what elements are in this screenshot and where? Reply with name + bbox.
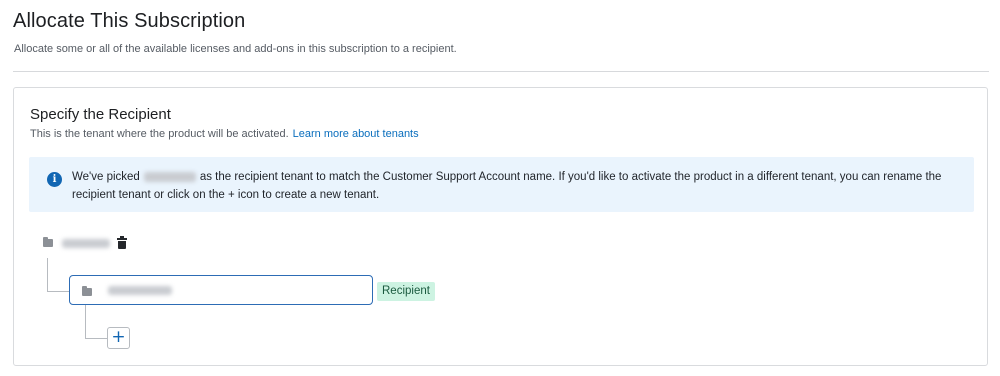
info-text-before: We've picked (72, 171, 140, 183)
learn-more-link[interactable]: Learn more about tenants (293, 128, 419, 140)
tree-connector (47, 291, 69, 292)
folder-icon (43, 237, 53, 247)
recipient-badge: Recipient (377, 282, 435, 301)
info-banner-text: We've picked as the recipient tenant to m… (72, 168, 962, 204)
tree-root-node (43, 236, 127, 250)
section-description-text: This is the tenant where the product wil… (30, 128, 289, 140)
redacted-tenant-name (143, 171, 196, 182)
section-description: This is the tenant where the product wil… (30, 128, 419, 140)
info-banner: i We've picked as the recipient tenant to… (29, 157, 974, 212)
recipient-tenant-input[interactable] (69, 275, 373, 305)
trash-icon[interactable] (117, 236, 127, 249)
section-title: Specify the Recipient (30, 106, 171, 123)
tree-connector (85, 305, 86, 338)
page-subtitle: Allocate some or all of the available li… (14, 43, 457, 55)
recipient-card: Specify the Recipient This is the tenant… (13, 87, 988, 366)
add-tenant-button[interactable]: + (107, 327, 130, 349)
page-title: Allocate This Subscription (13, 10, 246, 32)
tree-connector (85, 338, 107, 339)
folder-icon (82, 286, 92, 296)
redacted-root-tenant-name (62, 238, 110, 248)
tree-connector (47, 258, 48, 291)
info-icon: i (47, 172, 62, 187)
redacted-recipient-tenant-name (108, 286, 172, 295)
header-divider (13, 71, 989, 72)
info-text-after: as the recipient tenant to match the Cus… (72, 171, 942, 201)
